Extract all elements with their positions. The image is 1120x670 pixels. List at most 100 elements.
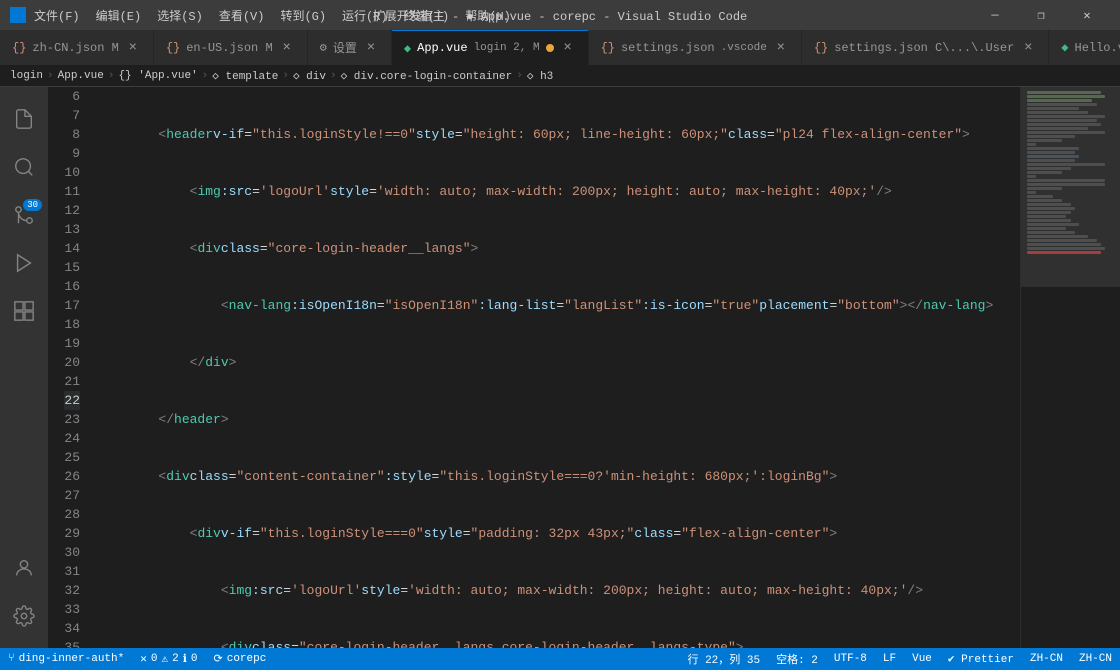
code-line-8: <div class="core-login-header__langs">	[96, 239, 1020, 258]
crumb-template[interactable]: ◇ template	[212, 69, 278, 83]
vue-icon: ◆	[404, 41, 411, 56]
close-button[interactable]: ✕	[1064, 0, 1110, 30]
menu-edit[interactable]: 编辑(E)	[96, 7, 142, 24]
tab-zh-cn-json[interactable]: {} zh-CN.json M ×	[0, 30, 154, 65]
tab-label: settings.json	[621, 41, 715, 55]
menu-goto[interactable]: 转到(G)	[280, 7, 326, 24]
status-spaces[interactable]: 空格: 2	[768, 648, 826, 670]
tab-label: Hello.v	[1075, 41, 1120, 55]
menu-view[interactable]: 查看(V)	[219, 7, 265, 24]
tab-icon: {}	[814, 41, 828, 55]
minimap-viewport[interactable]	[1021, 87, 1120, 287]
tab-hello-v[interactable]: ◆ Hello.v ×	[1049, 30, 1120, 65]
code-line-12: <div class="content-container" :style="t…	[96, 467, 1020, 486]
crumb-login[interactable]: login	[10, 70, 43, 82]
tab-settings[interactable]: ⚙ 设置 ×	[308, 30, 392, 65]
code-container[interactable]: 6 7 8 9 10 11 12 13 14 15 16 17 18 19 20…	[48, 87, 1020, 648]
error-icon: ✕	[140, 652, 147, 666]
code-line-15: <div class="core-login-header__langs cor…	[96, 638, 1020, 648]
activity-files[interactable]	[0, 95, 48, 143]
activity-search[interactable]	[0, 143, 48, 191]
tab-label: zh-CN.json M	[32, 41, 118, 55]
menu-file[interactable]: 文件(F)	[34, 7, 80, 24]
crumb-div[interactable]: ◇ div	[293, 69, 326, 83]
status-errors-warnings[interactable]: ✕ 0 ⚠ 2 ℹ 0	[132, 648, 205, 670]
status-locale-alt[interactable]: ZH-CN	[1071, 648, 1120, 670]
window-title: 扩展开发宿主 - ● App.vue - corepc - Visual Stu…	[373, 7, 747, 24]
code-line-9: <nav-lang :isOpenI18n="isOpenI18n" :lang…	[96, 296, 1020, 315]
minimap	[1020, 87, 1120, 648]
language-label: Vue	[912, 653, 932, 665]
tab-icon: {}	[166, 41, 180, 55]
tab-icon: {}	[601, 41, 615, 55]
status-line-ending[interactable]: LF	[875, 648, 904, 670]
status-locale[interactable]: ZH-CN	[1022, 648, 1071, 670]
tab-label: App.vue	[417, 41, 467, 55]
spaces-label: 空格: 2	[776, 651, 818, 667]
line-ending-label: LF	[883, 653, 896, 665]
tab-settings-json-user[interactable]: {} settings.json C\...\.User ×	[802, 30, 1049, 65]
tab-settings-json-vscode[interactable]: {} settings.json .vscode ×	[589, 30, 802, 65]
code-content[interactable]: <header v-if="this.loginStyle!==0" style…	[88, 87, 1020, 648]
status-prettier[interactable]: ✔ Prettier	[940, 648, 1022, 670]
activity-source-control[interactable]: 30	[0, 191, 48, 239]
tab-en-us-json[interactable]: {} en-US.json M ×	[154, 30, 308, 65]
status-branch[interactable]: ⑂ ding-inner-auth*	[0, 648, 132, 670]
line-numbers: 6 7 8 9 10 11 12 13 14 15 16 17 18 19 20…	[48, 87, 88, 648]
code-line-14: <img :src='logoUrl' style='width: auto; …	[96, 581, 1020, 600]
warning-icon: ⚠	[161, 652, 168, 666]
tab-label: 设置	[333, 39, 357, 56]
server-icon: ⟳	[214, 652, 223, 666]
info-icon: ℹ	[183, 652, 187, 666]
tab-close-app-vue[interactable]: ×	[560, 40, 576, 56]
app-icon	[10, 7, 26, 23]
code-line-7: <img :src='logoUrl' style='width: auto; …	[96, 182, 1020, 201]
title-bar: 文件(F) 编辑(E) 选择(S) 查看(V) 转到(G) 运行(R) 终端(T…	[0, 0, 1120, 30]
tab-app-vue[interactable]: ◆ App.vue login 2, M ×	[392, 30, 589, 65]
encoding-label: UTF-8	[834, 653, 867, 665]
tab-info: .vscode	[721, 42, 767, 54]
minimize-button[interactable]: —	[972, 0, 1018, 30]
breadcrumb: login › App.vue › {} 'App.vue' › ◇ templ…	[0, 65, 1120, 87]
tab-label: settings.json C\...\.User	[834, 41, 1014, 55]
tab-close-settings[interactable]: ×	[363, 40, 379, 56]
branch-name: ding-inner-auth*	[19, 653, 125, 665]
status-position[interactable]: 行 22，列 35	[679, 648, 768, 670]
tab-close-settings-user[interactable]: ×	[1020, 40, 1036, 56]
sep2: ›	[108, 70, 115, 82]
tab-label: en-US.json M	[186, 41, 272, 55]
status-bar-right: 行 22，列 35 空格: 2 UTF-8 LF Vue ✔ Prettier …	[679, 648, 1120, 670]
status-language[interactable]: Vue	[904, 648, 940, 670]
main-area: 30 6 7 8 9 10 11 12	[0, 87, 1120, 648]
locale-alt-label: ZH-CN	[1079, 653, 1112, 665]
crumb-appvue-str[interactable]: {} 'App.vue'	[118, 70, 197, 82]
tab-close-settings-vscode[interactable]: ×	[773, 40, 789, 56]
activity-account[interactable]	[0, 544, 48, 592]
locale-label: ZH-CN	[1030, 653, 1063, 665]
branch-icon: ⑂	[8, 653, 15, 665]
code-line-6: <header v-if="this.loginStyle!==0" style…	[96, 125, 1020, 144]
crumb-h3[interactable]: ◇ h3	[527, 69, 553, 83]
crumb-app-vue[interactable]: App.vue	[58, 70, 104, 82]
activity-settings[interactable]	[0, 592, 48, 640]
tab-close-zh-cn[interactable]: ×	[125, 40, 141, 56]
tab-close-en-us[interactable]: ×	[279, 40, 295, 56]
crumb-div-container[interactable]: ◇ div.core-login-container	[341, 69, 513, 83]
activity-extensions[interactable]	[0, 287, 48, 335]
sep1: ›	[47, 70, 54, 82]
status-encoding[interactable]: UTF-8	[826, 648, 875, 670]
activity-debug[interactable]	[0, 239, 48, 287]
line-col: 行 22，列 35	[687, 651, 760, 667]
tab-icon: ◆	[1061, 40, 1068, 55]
tab-icon: {}	[12, 41, 26, 55]
warning-count: 2	[172, 653, 179, 665]
window-controls[interactable]: — ❐ ✕	[972, 0, 1110, 30]
sep3: ›	[202, 70, 209, 82]
source-control-badge: 30	[23, 199, 42, 211]
maximize-button[interactable]: ❐	[1018, 0, 1064, 30]
menu-select[interactable]: 选择(S)	[157, 7, 203, 24]
code-line-10: </div>	[96, 353, 1020, 372]
settings-icon: ⚙	[320, 40, 327, 55]
status-server[interactable]: ⟳ corepc	[206, 648, 275, 670]
tab-bar: {} zh-CN.json M × {} en-US.json M × ⚙ 设置…	[0, 30, 1120, 65]
